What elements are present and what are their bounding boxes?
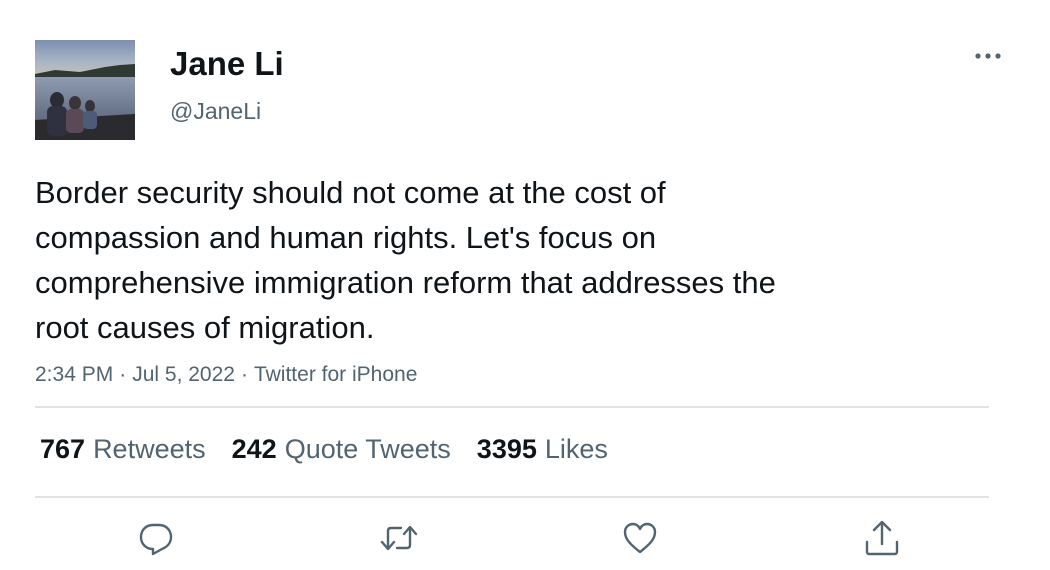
tweet-date[interactable]: Jul 5, 2022 <box>132 363 235 386</box>
tweet-metadata: 2:34 PM · Jul 5, 2022 · Twitter for iPhone <box>35 360 417 390</box>
retweet-button[interactable] <box>379 518 419 558</box>
retweets-count: 767 <box>40 434 86 464</box>
reply-icon <box>139 523 173 556</box>
tweet-card: Jane Li @JaneLi Border security should n… <box>0 0 1050 570</box>
quote-tweets-label: Quote Tweets <box>284 434 451 464</box>
meta-separator: · <box>240 363 248 386</box>
quote-tweets-count: 242 <box>231 434 277 464</box>
likes-stat[interactable]: 3395 Likes <box>477 430 608 468</box>
user-handle[interactable]: @JaneLi <box>170 96 261 126</box>
retweets-label: Retweets <box>93 434 206 464</box>
likes-count: 3395 <box>476 434 537 464</box>
like-icon <box>623 522 657 554</box>
share-button[interactable] <box>862 518 902 558</box>
tweet-source[interactable]: Twitter for iPhone <box>254 363 417 386</box>
reply-button[interactable] <box>136 518 176 558</box>
likes-label: Likes <box>544 434 608 464</box>
display-name[interactable]: Jane Li <box>170 42 284 86</box>
quote-tweets-stat[interactable]: 242 Quote Tweets <box>232 430 451 468</box>
divider <box>35 496 989 498</box>
like-button[interactable] <box>620 518 660 558</box>
divider <box>35 406 989 408</box>
tweet-text: Border security should not come at the c… <box>35 175 776 345</box>
retweets-stat[interactable]: 767 Retweets <box>40 430 206 468</box>
share-icon <box>865 520 899 556</box>
avatar[interactable] <box>35 40 135 140</box>
more-horizontal-icon <box>975 53 1001 59</box>
retweet-icon <box>380 525 418 551</box>
engagement-stats: 767 Retweets 242 Quote Tweets 3395 Likes <box>40 430 634 468</box>
more-options-button[interactable] <box>968 42 1008 70</box>
tweet-time[interactable]: 2:34 PM <box>35 363 113 386</box>
meta-separator: · <box>119 363 127 386</box>
avatar-photo <box>35 40 135 140</box>
